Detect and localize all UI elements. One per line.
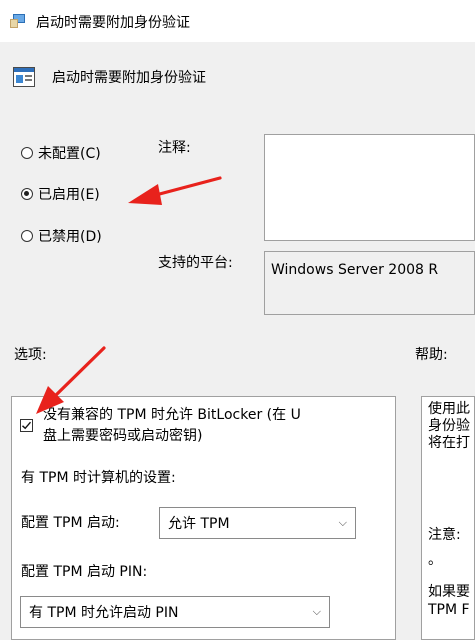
arrow-to-checkbox-icon: [36, 346, 106, 414]
arrow-to-enabled-icon: [128, 176, 222, 205]
annotation-arrows: [36, 176, 222, 414]
